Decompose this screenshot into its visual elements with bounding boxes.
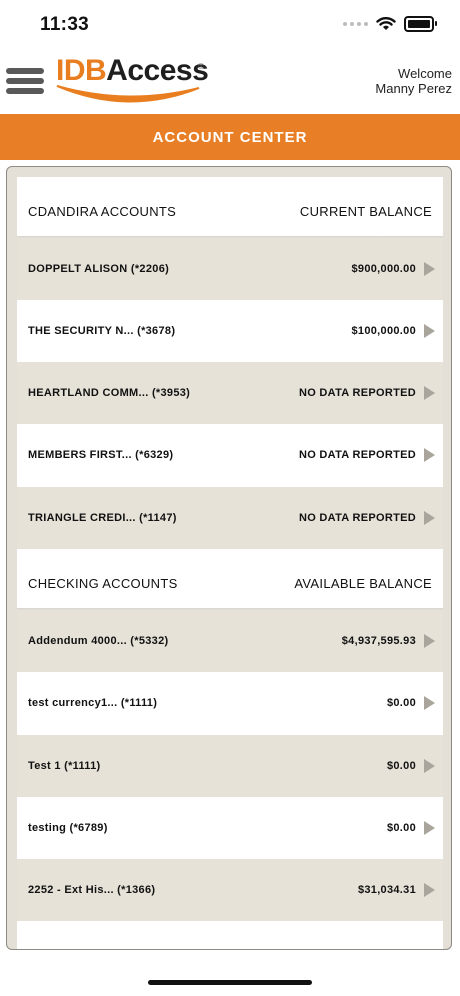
checking-section-header: CHECKING ACCOUNTS AVAILABLE BALANCE [17, 558, 443, 614]
account-row[interactable]: Addendum 4000... (*5332) $4,937,595.93 [17, 610, 443, 672]
chevron-right-icon [424, 821, 435, 835]
chevron-right-icon [424, 696, 435, 710]
menu-icon-bar [6, 88, 44, 94]
account-balance: $4,937,595.93 [341, 635, 416, 647]
column-header: CURRENT BALANCE [299, 203, 432, 219]
account-name: TRIANGLE CREDI... (*1147) [28, 512, 177, 524]
account-balance: NO DATA REPORTED [298, 512, 416, 524]
accounts-list[interactable]: CDANDIRA ACCOUNTS CURRENT BALANCE DOPPEL… [17, 177, 443, 949]
chevron-right-icon [424, 448, 435, 462]
hamburger-menu-button[interactable] [6, 68, 44, 96]
chevron-right-icon [424, 759, 435, 773]
account-balance: $900,000.00 [351, 263, 416, 275]
account-row[interactable]: 2252 - Ext His... (*1366) $31,034.31 [17, 859, 443, 921]
account-row[interactable]: DOPPELT ALISON (*2206) $900,000.00 [17, 238, 443, 300]
logo-swoosh [56, 85, 200, 103]
column-header: AVAILABLE BALANCE [294, 575, 432, 591]
account-balance: $31,034.31 [357, 884, 416, 896]
account-name: HEARTLAND COMM... (*3953) [28, 387, 191, 399]
menu-icon-bar [6, 68, 44, 74]
account-balance: NO DATA REPORTED [298, 387, 416, 399]
chevron-right-icon [424, 511, 435, 525]
menu-icon-bar [6, 78, 44, 84]
chevron-right-icon [424, 386, 435, 400]
welcome-message: Welcome Manny Perez [375, 66, 452, 96]
user-name: Manny Perez [375, 81, 452, 96]
account-row[interactable]: Test 1 (*1111) $0.00 [17, 735, 443, 797]
account-balance: $100,000.00 [351, 325, 416, 337]
battery-icon [404, 16, 437, 32]
status-icons [343, 16, 437, 32]
idbaccess-logo: IDBAccess ® [56, 54, 209, 110]
accounts-panel: CDANDIRA ACCOUNTS CURRENT BALANCE DOPPEL… [6, 166, 452, 950]
welcome-label: Welcome [398, 66, 452, 81]
app-header: IDBAccess ® Welcome Manny Perez [0, 50, 460, 114]
account-name: DOPPELT ALISON (*2206) [28, 263, 170, 275]
chevron-right-icon [424, 262, 435, 276]
account-name: test currency1... (*1111) [28, 697, 158, 709]
account-row[interactable]: MEMBERS FIRST... (*6329) NO DATA REPORTE… [17, 424, 443, 486]
wifi-icon [376, 17, 396, 30]
status-bar: 11:33 [0, 0, 460, 50]
account-name: MEMBERS FIRST... (*6329) [28, 449, 174, 461]
section-title: CHECKING ACCOUNTS [28, 575, 178, 591]
status-time: 11:33 [40, 14, 90, 35]
page-title-bar: ACCOUNT CENTER [0, 114, 460, 160]
account-name: Test 1 (*1111) [28, 760, 101, 772]
account-name: Addendum 4000... (*5332) [28, 635, 169, 647]
account-name: testing (*6789) [28, 822, 108, 834]
chevron-right-icon [424, 324, 435, 338]
home-indicator[interactable] [148, 980, 312, 985]
account-row[interactable]: HEARTLAND COMM... (*3953) NO DATA REPORT… [17, 362, 443, 424]
account-balance: $0.00 [386, 697, 416, 709]
account-balance: $0.00 [386, 760, 416, 772]
page-title: ACCOUNT CENTER [152, 128, 308, 146]
account-row[interactable]: test currency1... (*1111) $0.00 [17, 672, 443, 734]
account-row[interactable]: TRIANGLE CREDI... (*1147) NO DATA REPORT… [17, 487, 443, 549]
cdandira-section-header: CDANDIRA ACCOUNTS CURRENT BALANCE [17, 186, 443, 242]
registered-mark: ® [198, 62, 204, 71]
account-row[interactable]: testing (*6789) $0.00 [17, 797, 443, 859]
section-title: CDANDIRA ACCOUNTS [28, 203, 177, 219]
account-row[interactable]: THE SECURITY N... (*3678) $100,000.00 [17, 300, 443, 362]
chevron-right-icon [424, 883, 435, 897]
account-balance: NO DATA REPORTED [298, 449, 416, 461]
account-name: 2252 - Ext His... (*1366) [28, 884, 156, 896]
account-name: THE SECURITY N... (*3678) [28, 325, 176, 337]
signal-icon [343, 22, 368, 26]
account-balance: $0.00 [386, 822, 416, 834]
chevron-right-icon [424, 634, 435, 648]
